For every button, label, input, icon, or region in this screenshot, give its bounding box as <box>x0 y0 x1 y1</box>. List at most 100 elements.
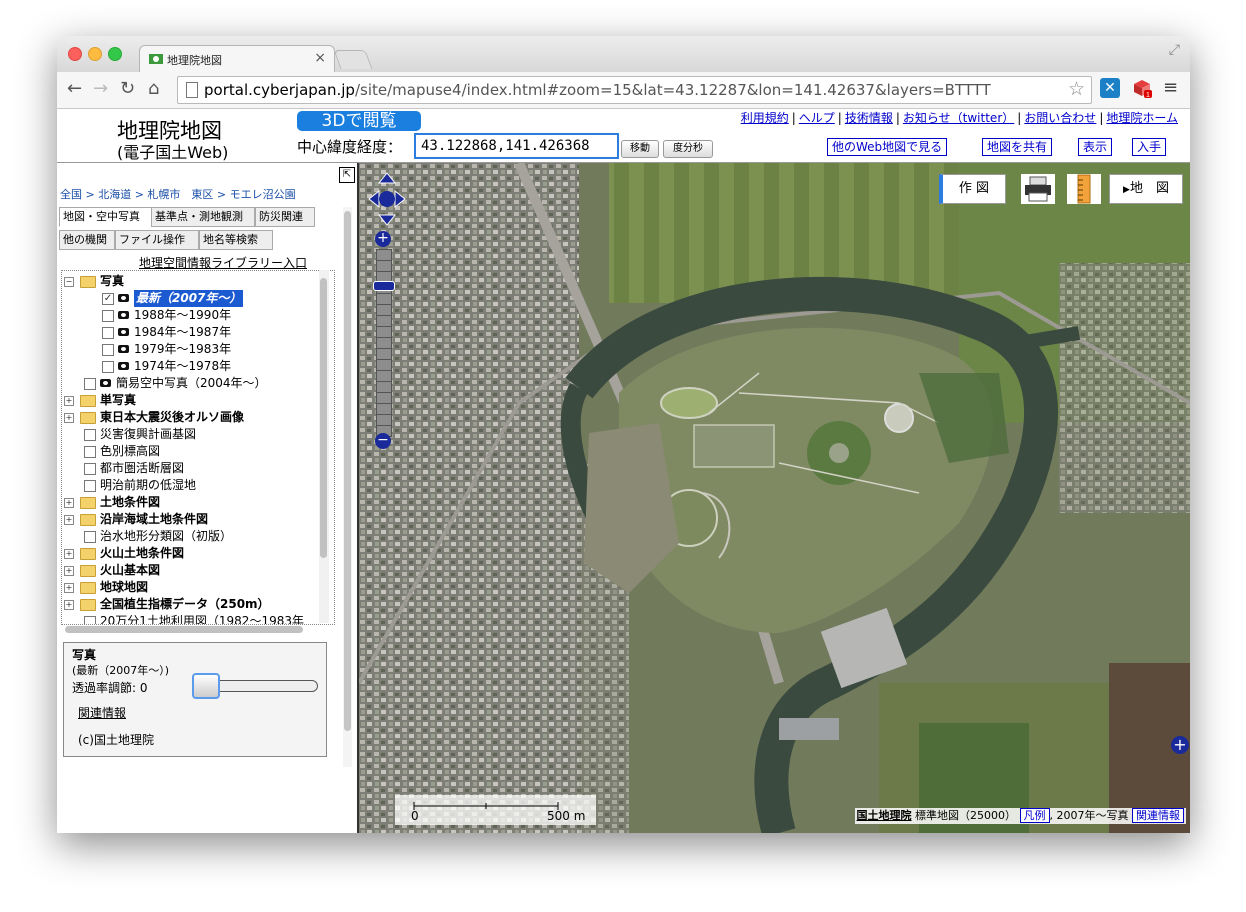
tree-scrollbar[interactable] <box>319 270 329 623</box>
camera-icon <box>118 362 129 370</box>
center-coord-input[interactable]: 43.122868,141.426368 <box>414 133 619 159</box>
browser-toolbar: ← → ↻ ⌂ portal.cyberjapan.jp/site/mapuse… <box>57 72 1190 109</box>
layer-label: 東日本大震災後オルソ画像 <box>100 410 245 424</box>
collapse-node-icon[interactable]: − <box>64 277 74 287</box>
layer-checkbox[interactable] <box>102 327 114 339</box>
extension-icon[interactable]: ✕ <box>1100 78 1120 98</box>
expand-node-icon[interactable]: + <box>64 549 74 559</box>
transparency-slider-thumb[interactable] <box>192 673 220 699</box>
collapse-panel-icon[interactable]: ⇱ <box>339 167 355 183</box>
layer-checkbox[interactable]: ✓ <box>102 293 114 305</box>
zoom-in-icon[interactable]: + <box>375 231 391 247</box>
breadcrumb[interactable]: 全国 > 北海道 > 札幌市 東区 > モエレ沼公園 <box>60 186 296 202</box>
attrib-org-link[interactable]: 国土地理院 <box>857 809 912 822</box>
expand-node-icon[interactable]: + <box>64 396 74 406</box>
expand-node-icon[interactable]: + <box>64 498 74 508</box>
close-window-button[interactable] <box>68 47 82 61</box>
move-button[interactable]: 移動 <box>621 140 659 158</box>
tab-other-orgs[interactable]: 他の機関 <box>59 230 115 250</box>
layer-checkbox[interactable] <box>84 446 96 458</box>
attribution-bar: 国土地理院 標準地図（25000） 凡例, 2007年〜写真 関連情報 <box>854 808 1186 824</box>
map-layer-button[interactable]: ▶地 図 <box>1109 174 1183 204</box>
browser-tab[interactable]: 地理院地図 × <box>139 45 335 73</box>
home-icon[interactable]: ⌂ <box>148 78 159 99</box>
center-coord-label: 中心緯度経度： <box>297 138 403 156</box>
layer-label: 1979年〜1983年 <box>134 342 232 356</box>
layer-checkbox[interactable] <box>84 378 96 390</box>
link-gsi-home[interactable]: 地理院ホーム <box>1106 111 1178 125</box>
layer-checkbox[interactable] <box>84 531 96 543</box>
chrome-menu-icon[interactable]: ≡ <box>1163 77 1178 98</box>
layer-checkbox[interactable] <box>84 463 96 475</box>
transparency-label: 透過率調節: 0 <box>72 681 148 695</box>
layer-checkbox[interactable] <box>84 480 96 492</box>
scale-line <box>413 802 559 810</box>
tab-map-photo[interactable]: 地図・空中写真 <box>59 207 153 227</box>
share-map-button[interactable]: 地図を共有 <box>982 138 1053 156</box>
link-tech-info[interactable]: 技術情報 <box>845 111 893 125</box>
tab-file-ops[interactable]: ファイル操作 <box>115 230 199 250</box>
expand-overview-icon[interactable]: + <box>1171 736 1189 754</box>
related-info-link[interactable]: 関連情報 <box>78 704 126 721</box>
layer-checkbox[interactable] <box>102 361 114 373</box>
legend-button[interactable]: 凡例 <box>1019 808 1050 823</box>
layer-checkbox[interactable] <box>84 429 96 441</box>
forward-arrow-icon[interactable]: → <box>93 78 108 99</box>
zoom-out-icon[interactable]: − <box>375 433 391 449</box>
address-bar[interactable]: portal.cyberjapan.jp/site/mapuse4/index.… <box>177 76 1092 104</box>
link-terms[interactable]: 利用規約 <box>741 111 789 125</box>
view-3d-button[interactable]: 3Dで閲覧 <box>297 111 421 131</box>
reload-icon[interactable]: ↻ <box>120 78 135 99</box>
expand-node-icon[interactable]: + <box>64 583 74 593</box>
minimize-window-button[interactable] <box>88 47 102 61</box>
scale-left-label: 0 <box>411 809 419 823</box>
new-tab-button[interactable] <box>333 50 373 69</box>
obtain-button[interactable]: 入手 <box>1132 138 1167 156</box>
back-arrow-icon[interactable]: ← <box>67 78 82 99</box>
tab-disaster[interactable]: 防災関連 <box>255 207 315 227</box>
dms-button[interactable]: 度分秒 <box>663 140 713 158</box>
layer-label: 災害復興計画基図 <box>100 427 197 441</box>
layer-label: 全国植生指標データ（250m） <box>100 597 270 611</box>
expand-node-icon[interactable]: + <box>64 600 74 610</box>
pan-control-icon[interactable] <box>367 171 407 227</box>
measure-ruler-icon[interactable] <box>1067 174 1101 204</box>
layer-label: 火山基本図 <box>100 563 161 577</box>
site-logo-subtitle: (電子国土Web) <box>117 143 229 162</box>
tree-horizontal-scrollbar[interactable] <box>65 626 303 633</box>
fullscreen-icon[interactable]: ⤢ <box>1169 42 1180 58</box>
aerial-map[interactable]: + − 作 図 ▶地 図 + 0 500 m 国土地理院 標準地図（25000）… <box>359 163 1190 833</box>
info-title: 写真 <box>72 648 97 662</box>
bookmark-star-icon[interactable]: ☆ <box>1068 78 1085 100</box>
folder-icon <box>80 514 96 526</box>
link-help[interactable]: ヘルプ <box>799 111 835 125</box>
layer-label: 20万分1土地利用図（1982〜1983年 <box>100 614 304 625</box>
print-icon[interactable] <box>1021 174 1055 204</box>
panel-scrollbar[interactable] <box>343 207 352 767</box>
tab-control-points[interactable]: 基準点・測地観測 <box>151 207 255 227</box>
other-web-maps-button[interactable]: 他のWeb地図で見る <box>827 138 948 156</box>
layer-label: 地球地図 <box>100 580 149 594</box>
zoom-window-button[interactable] <box>108 47 122 61</box>
tab-close-icon[interactable]: × <box>314 50 326 66</box>
attrib-map-text: 標準地図（25000） <box>915 809 1016 822</box>
draw-tool-button[interactable]: 作 図 <box>939 174 1006 204</box>
attrib-photo-text: , 2007年〜写真 <box>1049 809 1129 822</box>
link-news-twitter[interactable]: お知らせ（twitter） <box>903 111 1014 125</box>
attrib-related-button[interactable]: 関連情報 <box>1132 808 1184 823</box>
layer-label: 写真 <box>100 274 125 288</box>
info-subtitle: (最新（2007年〜）) <box>72 664 170 677</box>
display-button[interactable]: 表示 <box>1078 138 1113 156</box>
layer-checkbox[interactable] <box>84 616 96 624</box>
layer-checkbox[interactable] <box>102 310 114 322</box>
extension-badge-icon[interactable]: 1 <box>1132 78 1152 98</box>
expand-node-icon[interactable]: + <box>64 566 74 576</box>
link-contact[interactable]: お問い合わせ <box>1024 111 1096 125</box>
expand-node-icon[interactable]: + <box>64 413 74 423</box>
tab-place-search[interactable]: 地名等検索 <box>199 230 273 250</box>
layer-checkbox[interactable] <box>102 344 114 356</box>
library-link[interactable]: 地理空間情報ライブラリー入口 <box>139 254 307 271</box>
url-text: portal.cyberjapan.jp/site/mapuse4/index.… <box>204 81 991 99</box>
expand-node-icon[interactable]: + <box>64 515 74 525</box>
zoom-slider-thumb[interactable] <box>373 281 395 291</box>
